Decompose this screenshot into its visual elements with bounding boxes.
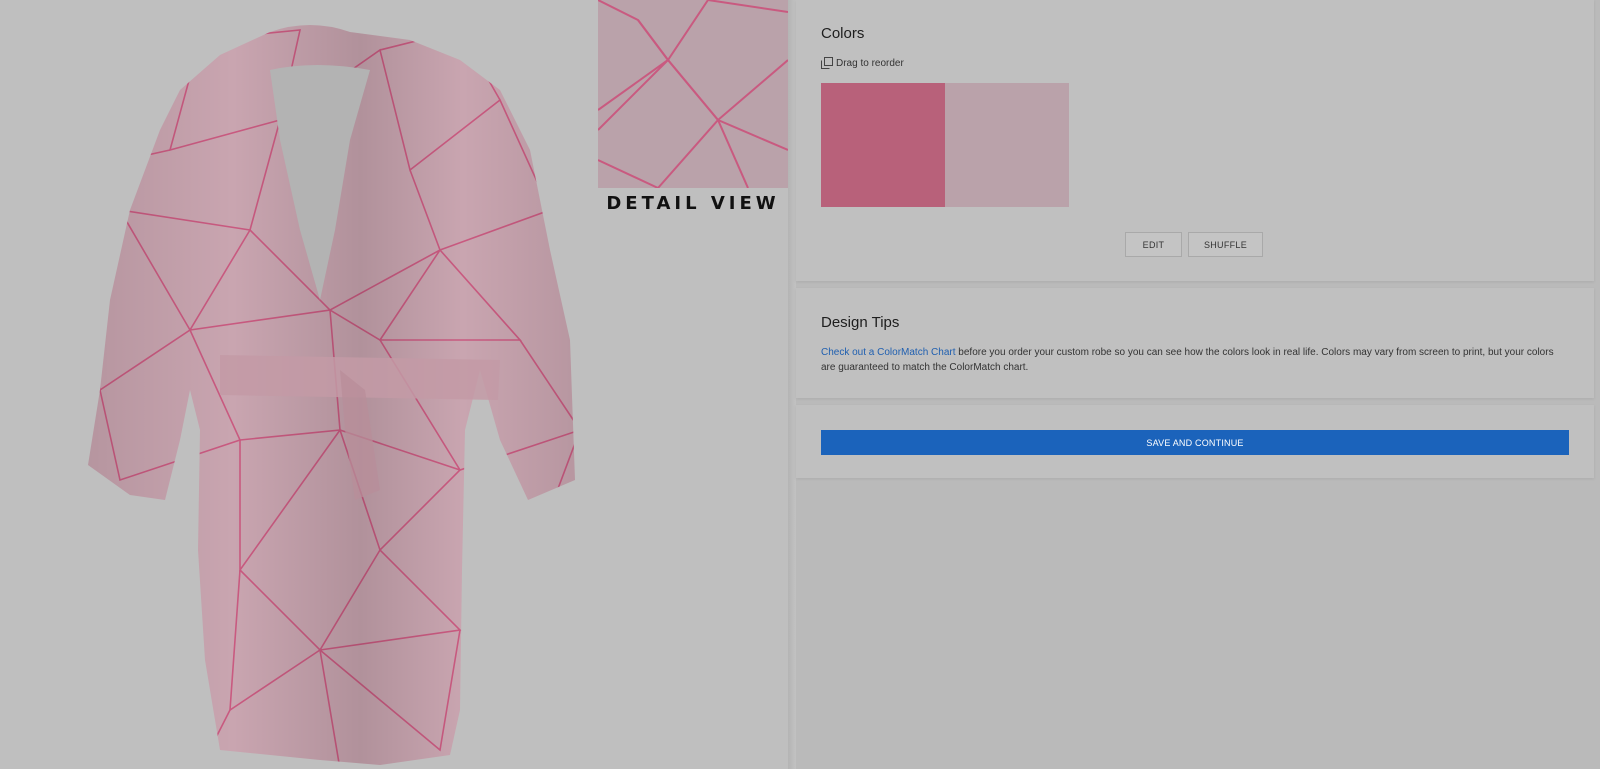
design-tips-card: Design Tips Check out a ColorMatch Chart… xyxy=(796,288,1594,398)
color-swatch-1[interactable] xyxy=(821,83,945,207)
pane-divider xyxy=(788,0,796,769)
save-card: SAVE AND CONTINUE xyxy=(796,405,1594,478)
colors-title: Colors xyxy=(821,25,865,42)
copy-icon xyxy=(821,57,833,69)
settings-pane: Colors Drag to reorder EDIT SHUFFLE Desi… xyxy=(796,0,1600,769)
product-preview-pane: DETAIL VIEW xyxy=(0,0,788,769)
drag-hint: Drag to reorder xyxy=(821,57,904,69)
drag-hint-label: Drag to reorder xyxy=(836,57,904,69)
detail-view-swatch xyxy=(598,0,788,188)
design-tips-text: Check out a ColorMatch Chart before you … xyxy=(821,345,1566,375)
colors-card: Colors Drag to reorder EDIT SHUFFLE xyxy=(796,0,1594,281)
colormatch-chart-link[interactable]: Check out a ColorMatch Chart xyxy=(821,347,956,358)
save-and-continue-button[interactable]: SAVE AND CONTINUE xyxy=(821,430,1569,455)
edit-button[interactable]: EDIT xyxy=(1125,232,1182,257)
detail-view-label: DETAIL VIEW xyxy=(606,193,780,214)
robe-preview-image xyxy=(88,25,575,765)
color-swatch-2[interactable] xyxy=(945,83,1069,207)
robe-designer: DETAIL VIEW Colors Drag to reorder EDIT … xyxy=(0,0,1600,769)
color-swatch-list xyxy=(821,83,1069,207)
shuffle-button[interactable]: SHUFFLE xyxy=(1188,232,1263,257)
design-tips-title: Design Tips xyxy=(821,314,900,331)
